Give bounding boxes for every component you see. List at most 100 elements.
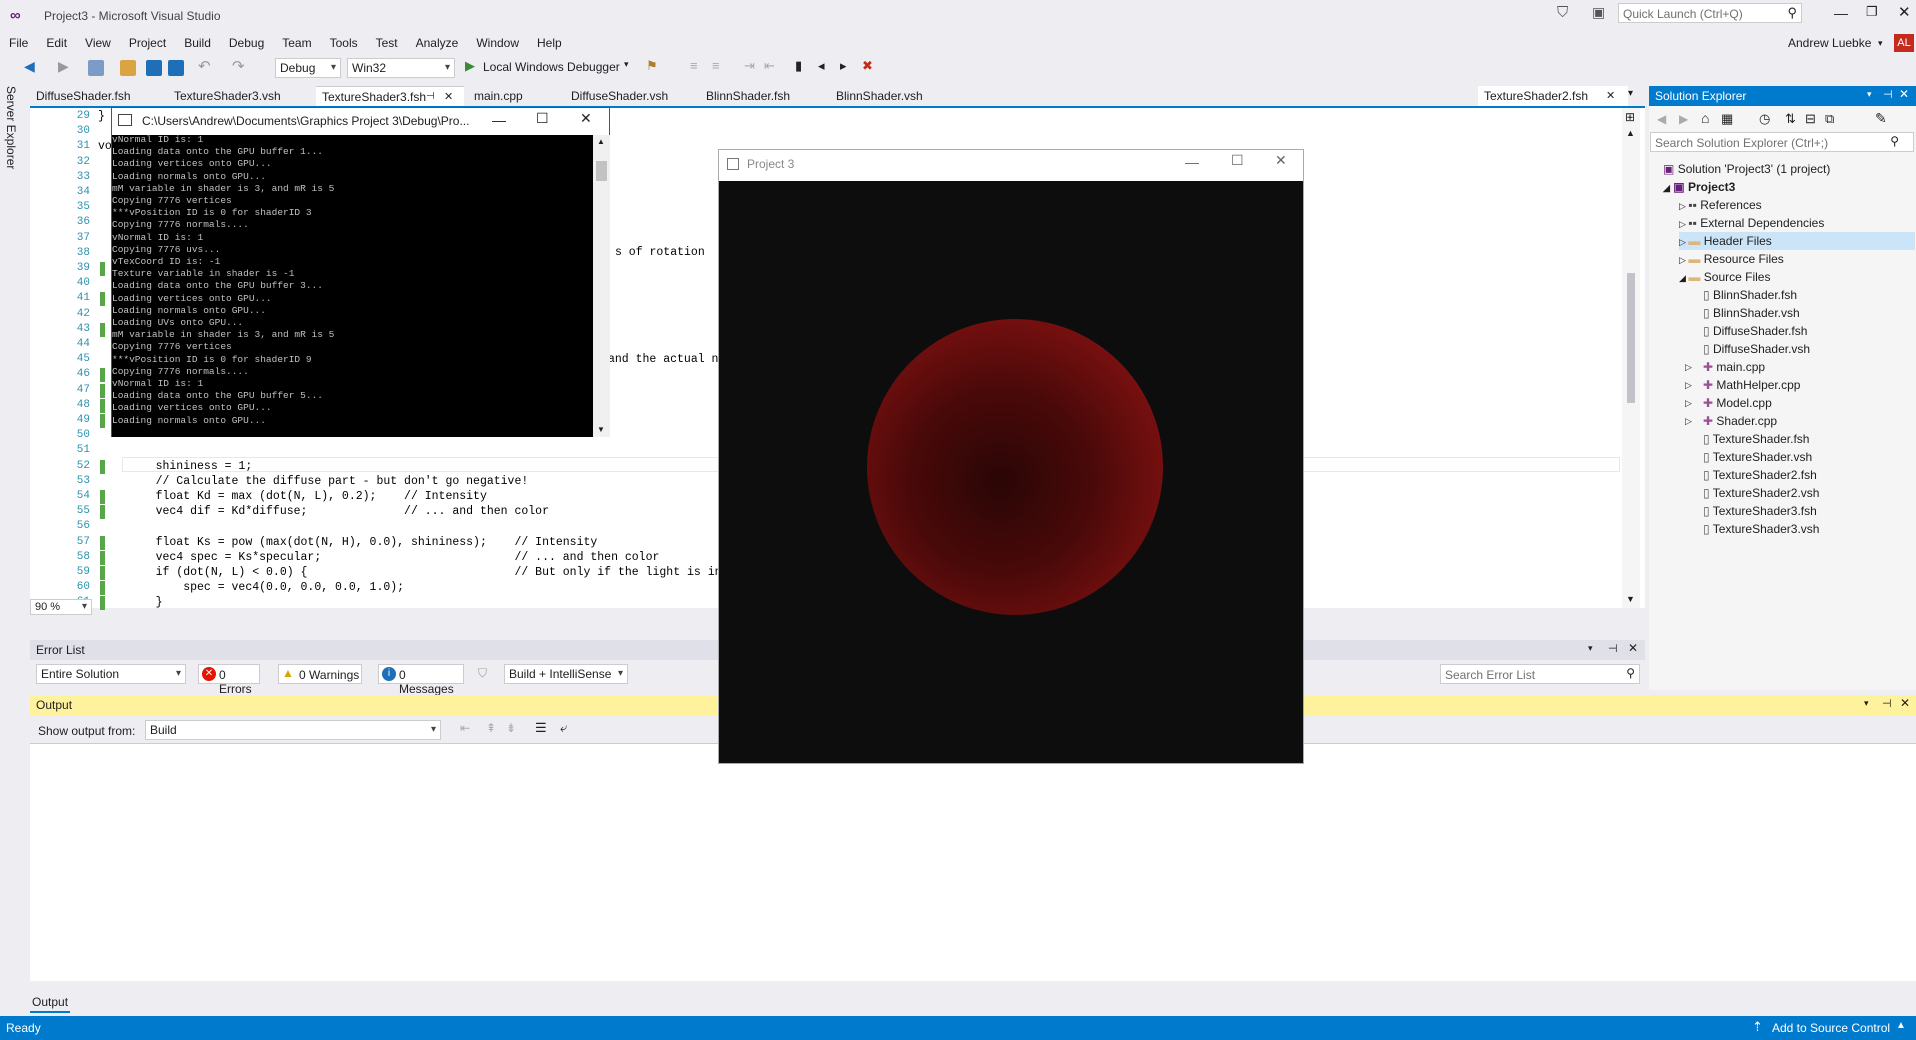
scroll-thumb[interactable] bbox=[596, 161, 607, 181]
tab-close-icon[interactable]: ✕ bbox=[444, 87, 453, 107]
tree-file[interactable]: ▯ DiffuseShader.vsh bbox=[1703, 340, 1810, 358]
code-line[interactable]: } bbox=[98, 110, 105, 123]
menu-edit[interactable]: Edit bbox=[37, 32, 76, 54]
uncomment-icon[interactable]: ≡ bbox=[712, 58, 720, 73]
output-toolbar-icon[interactable]: ⇟ bbox=[506, 721, 516, 735]
scroll-up-icon[interactable]: ▲ bbox=[597, 137, 605, 146]
save-all-icon[interactable] bbox=[168, 60, 184, 76]
collapsed-icon[interactable]: ▷ bbox=[1685, 394, 1692, 412]
tree-folder[interactable]: ▷ ▬ Resource Files bbox=[1679, 250, 1915, 268]
new-project-icon[interactable] bbox=[88, 60, 104, 76]
menu-view[interactable]: View bbox=[76, 32, 120, 54]
menu-debug[interactable]: Debug bbox=[220, 32, 273, 54]
tree-folder[interactable]: ▷ ▬ Header Files bbox=[1679, 232, 1915, 250]
code-line[interactable]: float Ks = pow (max(dot(N, H), 0.0), shi… bbox=[128, 536, 598, 549]
solution-search-input[interactable]: Search Solution Explorer (Ctrl+;) ⚲ bbox=[1650, 132, 1914, 152]
tree-file[interactable]: ▷ ✚ MathHelper.cpp bbox=[1685, 376, 1800, 394]
properties-icon[interactable]: ✎ bbox=[1875, 110, 1887, 127]
collapsed-icon[interactable]: ▷ bbox=[1685, 412, 1692, 430]
messages-filter-button[interactable]: i 0 Messages bbox=[378, 664, 464, 696]
tab-texture3-fsh[interactable]: TextureShader3.fsh ⊣ ✕ bbox=[316, 86, 464, 106]
render-window[interactable]: Project 3 — ☐ ✕ bbox=[718, 149, 1304, 764]
save-icon[interactable] bbox=[146, 60, 162, 76]
back-icon[interactable]: ◀ bbox=[24, 58, 35, 75]
menu-window[interactable]: Window bbox=[467, 32, 528, 54]
output-toolbar-icon[interactable]: ⇞ bbox=[486, 721, 496, 735]
editor-vertical-scrollbar[interactable]: ⊞ ▲ ▼ bbox=[1622, 108, 1640, 608]
menu-tools[interactable]: Tools bbox=[321, 32, 367, 54]
menu-file[interactable]: File bbox=[0, 32, 37, 54]
tree-file[interactable]: ▯ TextureShader2.vsh bbox=[1703, 484, 1819, 502]
undo-icon[interactable]: ↶ bbox=[198, 57, 211, 75]
tab-texture3-vsh[interactable]: TextureShader3.vsh bbox=[168, 86, 287, 106]
collapsed-icon[interactable]: ▷ bbox=[1679, 255, 1688, 265]
output-source-dropdown[interactable]: Build bbox=[145, 720, 441, 740]
tree-file[interactable]: ▷ ✚ Model.cpp bbox=[1685, 394, 1772, 412]
home-icon[interactable]: ⌂ bbox=[1701, 110, 1709, 126]
source-control-chevron-icon[interactable]: ▲ bbox=[1896, 1020, 1906, 1031]
scroll-down-icon[interactable]: ▼ bbox=[597, 425, 605, 434]
scroll-up-icon[interactable]: ▲ bbox=[1626, 128, 1635, 138]
panel-close-icon[interactable]: ✕ bbox=[1900, 696, 1910, 710]
close-button[interactable]: ✕ bbox=[1898, 3, 1911, 21]
console-close-button[interactable]: ✕ bbox=[580, 110, 592, 127]
error-search-input[interactable]: Search Error List ⚲ bbox=[1440, 664, 1640, 684]
avatar[interactable]: AL bbox=[1894, 34, 1914, 52]
panel-pin-icon[interactable]: ⊣ bbox=[1608, 642, 1618, 655]
play-icon[interactable]: ▶ bbox=[465, 58, 475, 74]
menu-help[interactable]: Help bbox=[528, 32, 571, 54]
console-minimize-button[interactable]: — bbox=[492, 112, 506, 128]
collapsed-icon[interactable]: ▷ bbox=[1685, 358, 1692, 376]
back-icon[interactable]: ◀ bbox=[1657, 112, 1666, 126]
redo-icon[interactable]: ↷ bbox=[232, 57, 245, 75]
tab-main-cpp[interactable]: main.cpp bbox=[468, 86, 529, 106]
code-line[interactable]: // Calculate the diffuse part - but don'… bbox=[128, 475, 529, 488]
render-canvas[interactable] bbox=[719, 181, 1303, 763]
prev-bookmark-icon[interactable]: ◂ bbox=[818, 58, 825, 74]
tab-close-icon[interactable]: ✕ bbox=[1606, 86, 1615, 106]
console-output[interactable]: vNormal ID is: 1 Loading data onto the GP… bbox=[112, 135, 593, 437]
console-maximize-button[interactable]: ☐ bbox=[536, 110, 549, 127]
platform-dropdown[interactable]: Win32 bbox=[347, 58, 455, 78]
switch-views-icon[interactable]: ▦ bbox=[1721, 111, 1733, 127]
forward-icon[interactable]: ▶ bbox=[1679, 112, 1688, 126]
panel-chevron-icon[interactable]: ▾ bbox=[1867, 89, 1872, 100]
quick-launch-input[interactable]: Quick Launch (Ctrl+Q) ⚲ bbox=[1618, 3, 1802, 23]
panel-close-icon[interactable]: ✕ bbox=[1899, 87, 1909, 101]
code-line[interactable]: vo bbox=[98, 140, 112, 153]
tree-file[interactable]: ▯ TextureShader3.fsh bbox=[1703, 502, 1817, 520]
next-bookmark-icon[interactable]: ▸ bbox=[840, 58, 847, 74]
menu-test[interactable]: Test bbox=[367, 32, 407, 54]
tree-folder[interactable]: ▷ ▪▪ References bbox=[1679, 196, 1915, 214]
word-wrap-icon[interactable]: ⤶ bbox=[560, 720, 567, 736]
tree-folder[interactable]: ▷ ▪▪ External Dependencies bbox=[1679, 214, 1915, 232]
show-all-icon[interactable]: ⧉ bbox=[1825, 111, 1834, 127]
tree-file[interactable]: ▯ BlinnShader.fsh bbox=[1703, 286, 1797, 304]
configuration-dropdown[interactable]: Debug bbox=[275, 58, 341, 78]
expanded-icon[interactable]: ◢ bbox=[1679, 273, 1688, 283]
tab-diffuse-vsh[interactable]: DiffuseShader.vsh bbox=[565, 86, 674, 106]
debugger-chevron-icon[interactable]: ▾ bbox=[624, 59, 629, 70]
filter-icon[interactable]: ⛉ bbox=[1557, 4, 1568, 21]
comment-icon[interactable]: ≡ bbox=[690, 58, 698, 73]
code-line[interactable]: } bbox=[128, 596, 163, 609]
build-filter-dropdown[interactable]: Build + IntelliSense bbox=[504, 664, 628, 684]
clear-all-icon[interactable]: ☰ bbox=[535, 720, 547, 736]
tab-diffuse-fsh[interactable]: DiffuseShader.fsh bbox=[30, 86, 137, 106]
collapsed-icon[interactable]: ▷ bbox=[1679, 201, 1688, 211]
tree-project[interactable]: ◢ ▣ Project3 bbox=[1663, 178, 1735, 196]
tree-file[interactable]: ▯ TextureShader2.fsh bbox=[1703, 466, 1817, 484]
tree-file[interactable]: ▯ TextureShader.fsh bbox=[1703, 430, 1809, 448]
tree-file[interactable]: ▷ ✚ Shader.cpp bbox=[1685, 412, 1777, 430]
expanded-icon[interactable]: ◢ bbox=[1663, 183, 1670, 193]
output-bottom-tab[interactable]: Output bbox=[30, 991, 71, 1013]
render-minimize-button[interactable]: — bbox=[1185, 154, 1199, 170]
render-close-button[interactable]: ✕ bbox=[1275, 152, 1287, 169]
error-scope-dropdown[interactable]: Entire Solution bbox=[36, 664, 186, 684]
source-control-button[interactable]: Add to Source Control bbox=[1772, 1021, 1890, 1035]
tab-blinn-fsh[interactable]: BlinnShader.fsh bbox=[700, 86, 796, 106]
server-explorer-label[interactable]: Server Explorer bbox=[4, 86, 18, 169]
outdent-icon[interactable]: ⇤ bbox=[764, 58, 775, 74]
scroll-thumb[interactable] bbox=[1627, 273, 1635, 403]
warnings-filter-button[interactable]: ▲ 0 Warnings bbox=[278, 664, 362, 684]
